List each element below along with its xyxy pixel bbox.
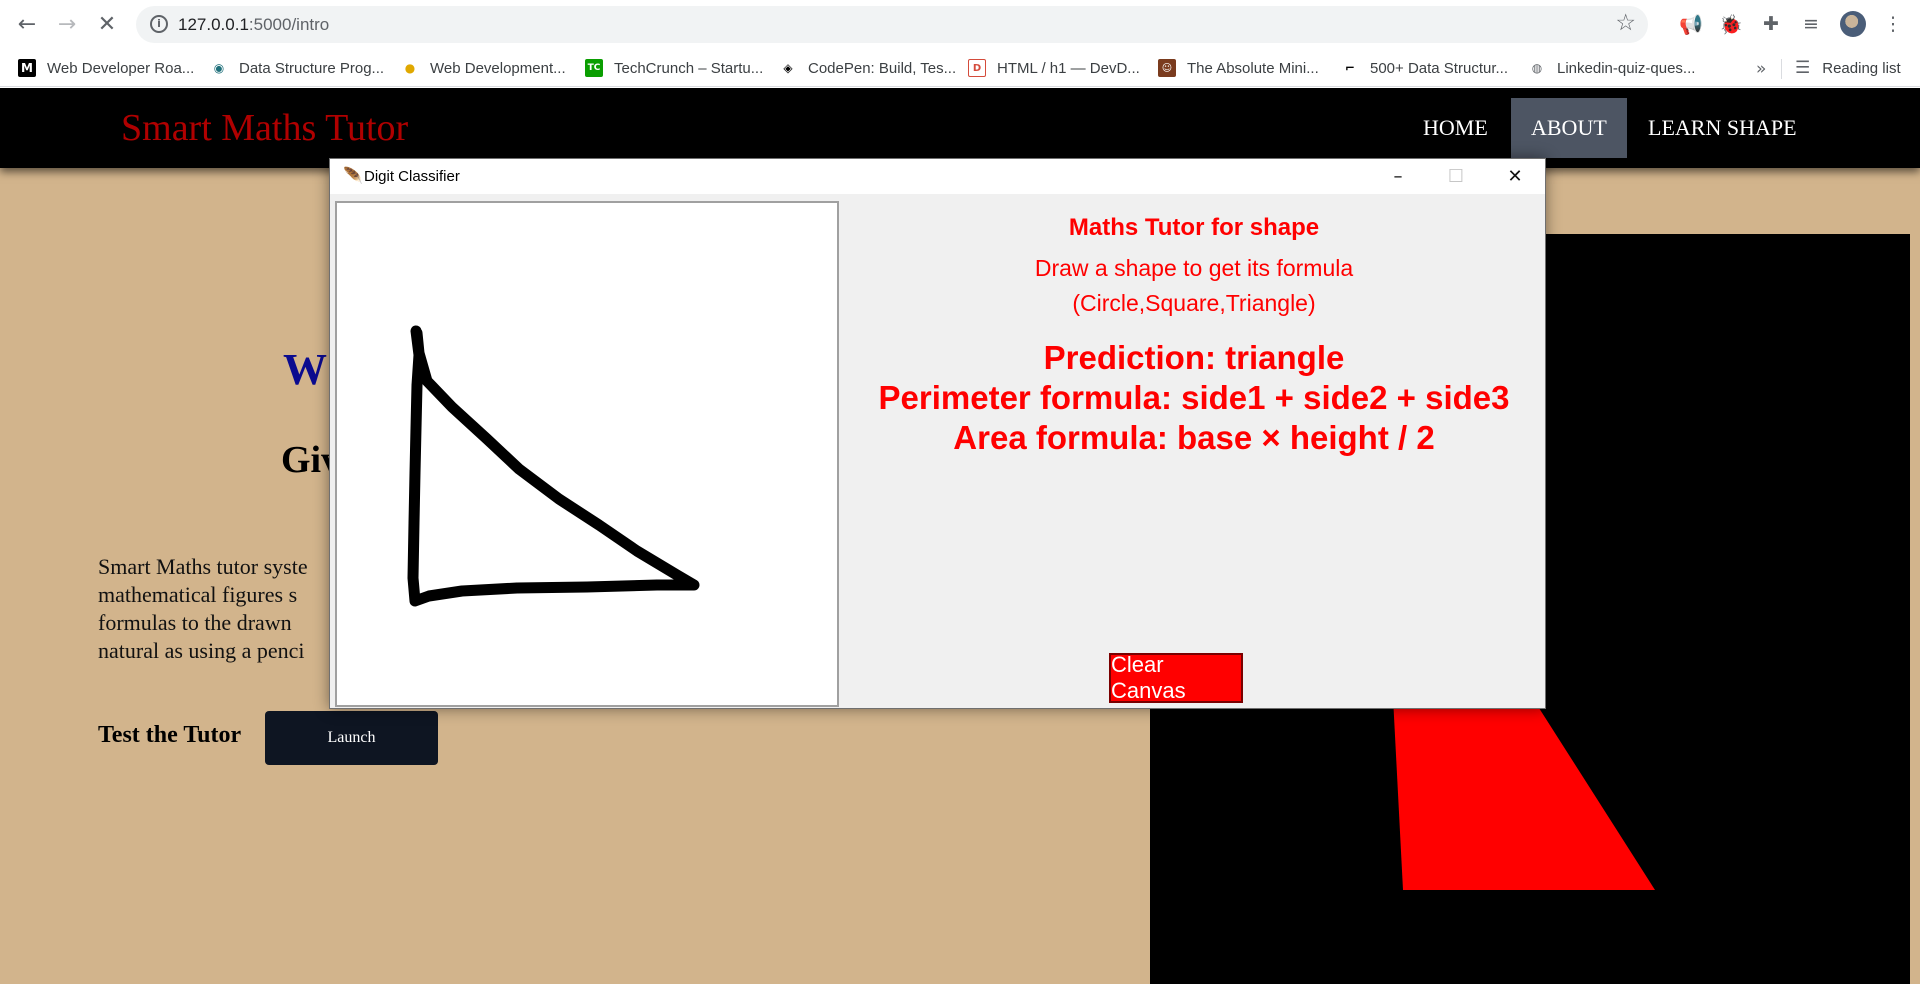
drawing-canvas[interactable] bbox=[335, 201, 839, 707]
bookmark-item[interactable]: ⌐ 500+ Data Structur... bbox=[1341, 55, 1508, 81]
url-path: :5000/intro bbox=[248, 15, 330, 34]
bookmark-label: Linkedin-quiz-ques... bbox=[1557, 59, 1696, 77]
instruction-text: Draw a shape to get its formula bbox=[1034, 255, 1354, 281]
launch-button[interactable]: Launch bbox=[265, 711, 438, 765]
url-text[interactable]: 127.0.0.1:5000/intro bbox=[178, 15, 329, 35]
bookmark-item[interactable]: ☺ The Absolute Mini... bbox=[1158, 55, 1319, 81]
intro-line: natural as using a penci bbox=[98, 638, 305, 663]
test-tutor-label: Test the Tutor bbox=[98, 722, 242, 748]
window-titlebar[interactable]: 🪶 Digit Classifier – ☐ ✕ bbox=[330, 159, 1545, 194]
prediction-text: Prediction: triangle bbox=[1043, 339, 1345, 376]
person-icon: ☺ bbox=[1158, 59, 1176, 77]
forward-icon[interactable]: → bbox=[54, 11, 80, 37]
bookmark-item[interactable]: ◍ Linkedin-quiz-ques... bbox=[1528, 55, 1696, 81]
bookmark-item[interactable]: ● Web Development... bbox=[401, 55, 566, 81]
reading-list-button[interactable]: ☰ Reading list bbox=[1795, 55, 1901, 81]
bookmarks-bar: M Web Developer Roa... ◉ Data Structure Pr… bbox=[0, 49, 1920, 87]
media-queue-icon[interactable]: ≡ bbox=[1798, 11, 1824, 37]
globe-icon: ◍ bbox=[1531, 61, 1543, 75]
result-panel: Maths Tutor for shape Draw a shape to ge… bbox=[843, 194, 1545, 708]
bracket-icon: ⌐ bbox=[1344, 61, 1356, 75]
bookmark-label: Web Developer Roa... bbox=[47, 59, 195, 77]
profile-avatar[interactable] bbox=[1840, 11, 1866, 37]
digit-classifier-window: 🪶 Digit Classifier – ☐ ✕ Maths Tutor for… bbox=[329, 158, 1546, 709]
menu-kebab-icon[interactable]: ⋮ bbox=[1880, 11, 1906, 37]
intro-line: mathematical figures s bbox=[98, 582, 298, 607]
stop-loading-icon[interactable]: ✕ bbox=[94, 11, 120, 37]
perimeter-formula-text: Perimeter formula: side1 + side2 + side3 bbox=[878, 379, 1510, 416]
bulb-icon: ● bbox=[404, 61, 416, 75]
bookmark-label: TechCrunch – Startu... bbox=[614, 59, 764, 77]
browser-toolbar: ← → ✕ i 127.0.0.1:5000/intro ☆ 📢 🐞 ✚ ≡ ⋮ bbox=[0, 0, 1920, 49]
close-icon[interactable]: ✕ bbox=[1486, 159, 1544, 194]
nav-home[interactable]: HOME bbox=[1403, 98, 1508, 158]
hero-title: W bbox=[283, 345, 327, 394]
shape-options-text: (Circle,Square,Triangle) bbox=[1072, 290, 1316, 316]
site-navbar: Smart Maths Tutor HOME ABOUT LEARN SHAPE bbox=[0, 88, 1920, 168]
reading-list-label: Reading list bbox=[1822, 59, 1901, 77]
bookmark-item[interactable]: D HTML / h1 — DevD... bbox=[968, 55, 1140, 81]
techcrunch-icon: TC bbox=[585, 59, 603, 77]
url-host: 127.0.0.1 bbox=[178, 15, 249, 34]
bug-extension-icon[interactable]: 🐞 bbox=[1718, 11, 1744, 37]
area-formula-text: Area formula: base × height / 2 bbox=[953, 419, 1435, 456]
programiz-icon: ◉ bbox=[213, 61, 225, 75]
extensions-puzzle-icon[interactable]: ✚ bbox=[1758, 11, 1784, 37]
triangle-stroke bbox=[407, 325, 700, 607]
nav-learn-shape[interactable]: LEARN SHAPE bbox=[1628, 98, 1817, 158]
bookmark-label: The Absolute Mini... bbox=[1187, 59, 1319, 77]
reading-list-icon: ☰ bbox=[1795, 58, 1811, 78]
feather-icon: 🪶 bbox=[343, 166, 363, 185]
medium-icon: M bbox=[18, 59, 36, 77]
nav-about[interactable]: ABOUT bbox=[1511, 98, 1627, 158]
bookmark-item[interactable]: TC TechCrunch – Startu... bbox=[585, 55, 763, 81]
tutor-heading: Maths Tutor for shape bbox=[1068, 214, 1320, 241]
maximize-icon[interactable]: ☐ bbox=[1427, 159, 1485, 194]
intro-paragraph: Smart Maths tutor syste mathematical fig… bbox=[98, 553, 356, 665]
site-info-icon[interactable]: i bbox=[150, 15, 168, 33]
drawn-shape-svg bbox=[407, 325, 700, 607]
clear-canvas-button[interactable]: Clear Canvas bbox=[1109, 652, 1243, 703]
codepen-icon: ◈ bbox=[783, 61, 793, 75]
bookmark-item[interactable]: ◈ CodePen: Build, Tes... bbox=[779, 55, 956, 81]
bookmark-label: Data Structure Prog... bbox=[239, 59, 385, 77]
megaphone-extension-icon[interactable]: 📢 bbox=[1678, 11, 1704, 37]
intro-line: Smart Maths tutor syste bbox=[98, 554, 308, 579]
bookmarks-divider bbox=[1781, 59, 1782, 79]
intro-line: formulas to the drawn bbox=[98, 610, 292, 635]
bookmark-item[interactable]: M Web Developer Roa... bbox=[18, 55, 194, 81]
bookmark-label: HTML / h1 — DevD... bbox=[997, 59, 1140, 77]
more-bookmarks-icon[interactable]: » bbox=[1756, 59, 1766, 79]
devdocs-icon: D bbox=[968, 59, 986, 77]
bookmark-item[interactable]: ◉ Data Structure Prog... bbox=[210, 55, 384, 81]
bookmark-label: CodePen: Build, Tes... bbox=[808, 59, 957, 77]
minimize-icon[interactable]: – bbox=[1369, 159, 1427, 194]
bookmark-star-icon[interactable]: ☆ bbox=[1615, 10, 1636, 36]
address-bar[interactable]: i 127.0.0.1:5000/intro ☆ bbox=[136, 6, 1648, 43]
window-title: Digit Classifier bbox=[364, 168, 460, 185]
site-brand[interactable]: Smart Maths Tutor bbox=[121, 106, 408, 150]
bookmark-label: 500+ Data Structur... bbox=[1370, 59, 1508, 77]
back-icon[interactable]: ← bbox=[14, 11, 40, 37]
bookmark-label: Web Development... bbox=[430, 59, 566, 77]
